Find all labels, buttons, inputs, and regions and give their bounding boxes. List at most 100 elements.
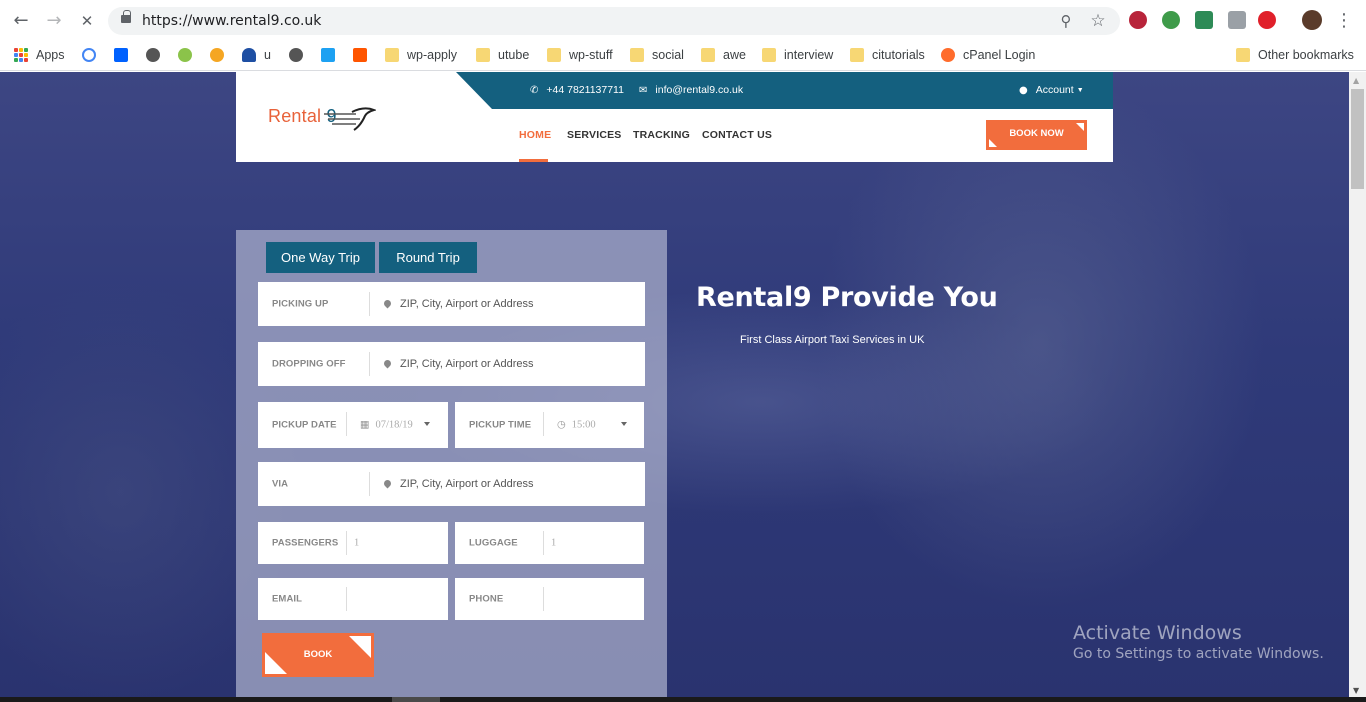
field-divider: [369, 352, 370, 376]
phone-contact[interactable]: ✆ +44 7821137711: [530, 84, 624, 96]
address-bar[interactable]: https://www.rental9.co.uk ⚲ ☆: [108, 7, 1120, 35]
bookmark-folder-awe[interactable]: awe: [701, 45, 746, 65]
scroll-up-icon[interactable]: ▲: [1353, 76, 1359, 85]
pickup-date-select[interactable]: ▦ 07/18/19: [360, 420, 413, 431]
picking-up-input[interactable]: ZIP, City, Airport or Address: [382, 298, 533, 310]
page-scrollbar[interactable]: ▲ ▼: [1349, 72, 1366, 697]
bookmark-folder-social[interactable]: social: [630, 45, 684, 65]
pickup-date-field[interactable]: PICKUP DATE ▦ 07/18/19: [258, 402, 448, 448]
dropbox-icon: [114, 48, 128, 62]
bookmark-site[interactable]: [178, 45, 200, 65]
tab-round-trip[interactable]: Round Trip: [379, 242, 477, 273]
bookmark-globe-2[interactable]: [289, 45, 311, 65]
field-divider: [369, 472, 370, 496]
field-divider: [346, 531, 347, 555]
browser-toolbar: ← → ✕ https://www.rental9.co.uk ⚲ ☆ ⋮: [0, 0, 1366, 42]
bookmark-soundcloud[interactable]: [353, 45, 375, 65]
pickup-time-select[interactable]: ◷ 15:00: [557, 420, 596, 431]
via-input[interactable]: ZIP, City, Airport or Address: [382, 478, 533, 490]
dropping-off-field[interactable]: DROPPING OFF ZIP, City, Airport or Addre…: [258, 342, 645, 386]
pickup-time-field[interactable]: PICKUP TIME ◷ 15:00: [455, 402, 644, 448]
bookmark-google[interactable]: [82, 45, 104, 65]
forward-icon[interactable]: →: [43, 10, 65, 32]
bookmark-cpanel[interactable]: cPanel Login: [941, 45, 1035, 65]
nav-services[interactable]: SERVICES: [567, 129, 622, 141]
active-nav-indicator: [519, 159, 548, 162]
url-text[interactable]: https://www.rental9.co.uk: [142, 13, 321, 29]
tab-one-way-trip[interactable]: One Way Trip: [266, 242, 375, 273]
stop-loading-icon[interactable]: ✕: [76, 10, 98, 32]
extension-opera-icon[interactable]: [1258, 11, 1276, 29]
folder-icon: [630, 48, 644, 62]
hero-title: Rental9 Provide You: [696, 282, 998, 313]
folder-icon: [1236, 48, 1250, 62]
email-contact[interactable]: ✉ info@rental9.co.uk: [639, 84, 743, 96]
book-now-button[interactable]: BOOK NOW: [986, 120, 1087, 150]
bookmark-folder-interview[interactable]: interview: [762, 45, 833, 65]
bookmark-folder-utube[interactable]: utube: [476, 45, 529, 65]
picking-up-field[interactable]: PICKING UP ZIP, City, Airport or Address: [258, 282, 645, 326]
account-dropdown[interactable]: ● Account ▼: [1019, 84, 1084, 96]
calendar-icon: ▦: [360, 419, 370, 431]
bookmark-folder-wp-stuff[interactable]: wp-stuff: [547, 45, 613, 65]
back-icon[interactable]: ←: [10, 10, 32, 32]
cloud-icon: [242, 48, 256, 62]
dropping-off-label: DROPPING OFF: [272, 358, 346, 370]
site-logo[interactable]: Rental 9: [268, 106, 376, 131]
phone-field[interactable]: PHONE: [455, 578, 644, 620]
luggage-input[interactable]: 1: [551, 538, 556, 549]
luggage-label: LUGGAGE: [469, 537, 518, 549]
map-pin-icon: [382, 358, 393, 368]
phone-icon: ✆: [530, 84, 539, 96]
bookmark-globe[interactable]: [146, 45, 168, 65]
logo-bird-icon: [324, 107, 376, 131]
luggage-field[interactable]: LUGGAGE 1: [455, 522, 644, 564]
passengers-input[interactable]: 1: [354, 538, 359, 549]
scroll-down-icon[interactable]: ▼: [1353, 686, 1359, 695]
zoom-icon[interactable]: ⚲: [1056, 11, 1076, 31]
lock-icon: [121, 10, 131, 23]
nav-contact-us[interactable]: CONTACT US: [702, 129, 772, 141]
google-icon: [82, 48, 96, 62]
site-header: ✆ +44 7821137711 ✉ info@rental9.co.uk ● …: [236, 72, 1113, 162]
extension-recycle-icon[interactable]: [1195, 11, 1213, 29]
extension-globe-icon[interactable]: [1162, 11, 1180, 29]
nav-home[interactable]: HOME: [519, 129, 551, 141]
folder-icon: [476, 48, 490, 62]
dropping-off-input[interactable]: ZIP, City, Airport or Address: [382, 358, 533, 370]
book-button[interactable]: BOOK: [262, 633, 374, 677]
chevron-down-icon: [621, 422, 627, 426]
extension-hat-icon[interactable]: [1129, 11, 1147, 29]
folder-icon: [701, 48, 715, 62]
browser-menu-icon[interactable]: ⋮: [1333, 10, 1355, 32]
bookmark-bee[interactable]: [210, 45, 232, 65]
activate-windows-subtitle: Go to Settings to activate Windows.: [1073, 646, 1324, 662]
booking-form-panel: One Way Trip Round Trip PICKING UP ZIP, …: [236, 230, 667, 697]
site-icon: [178, 48, 192, 62]
folder-icon: [547, 48, 561, 62]
scroll-thumb[interactable]: [1351, 89, 1364, 189]
via-field[interactable]: VIA ZIP, City, Airport or Address: [258, 462, 645, 506]
bookmark-folder-citutorials[interactable]: citutorials: [850, 45, 925, 65]
bookmark-dropbox[interactable]: [114, 45, 136, 65]
via-label: VIA: [272, 478, 289, 490]
map-pin-icon: [382, 478, 393, 488]
bookmark-u[interactable]: u: [242, 45, 271, 65]
nav-tracking[interactable]: TRACKING: [633, 129, 690, 141]
bookmark-star-icon[interactable]: ☆: [1088, 11, 1108, 31]
pickup-time-label: PICKUP TIME: [469, 419, 532, 431]
bookmark-y[interactable]: [321, 45, 343, 65]
passengers-field[interactable]: PASSENGERS 1: [258, 522, 448, 564]
bookmark-folder-wp-apply[interactable]: wp-apply: [385, 45, 457, 65]
field-divider: [346, 412, 347, 436]
bookmark-apps[interactable]: Apps: [14, 45, 65, 65]
extension-tool-icon[interactable]: [1228, 11, 1246, 29]
field-divider: [543, 531, 544, 555]
email-field[interactable]: EMAIL: [258, 578, 448, 620]
phone-label: PHONE: [469, 593, 504, 605]
globe-icon: [289, 48, 303, 62]
bookmark-other[interactable]: Other bookmarks: [1236, 45, 1354, 65]
profile-avatar[interactable]: [1302, 10, 1322, 30]
activate-windows-title: Activate Windows: [1073, 622, 1242, 644]
taskbar-edge: [0, 697, 1366, 702]
